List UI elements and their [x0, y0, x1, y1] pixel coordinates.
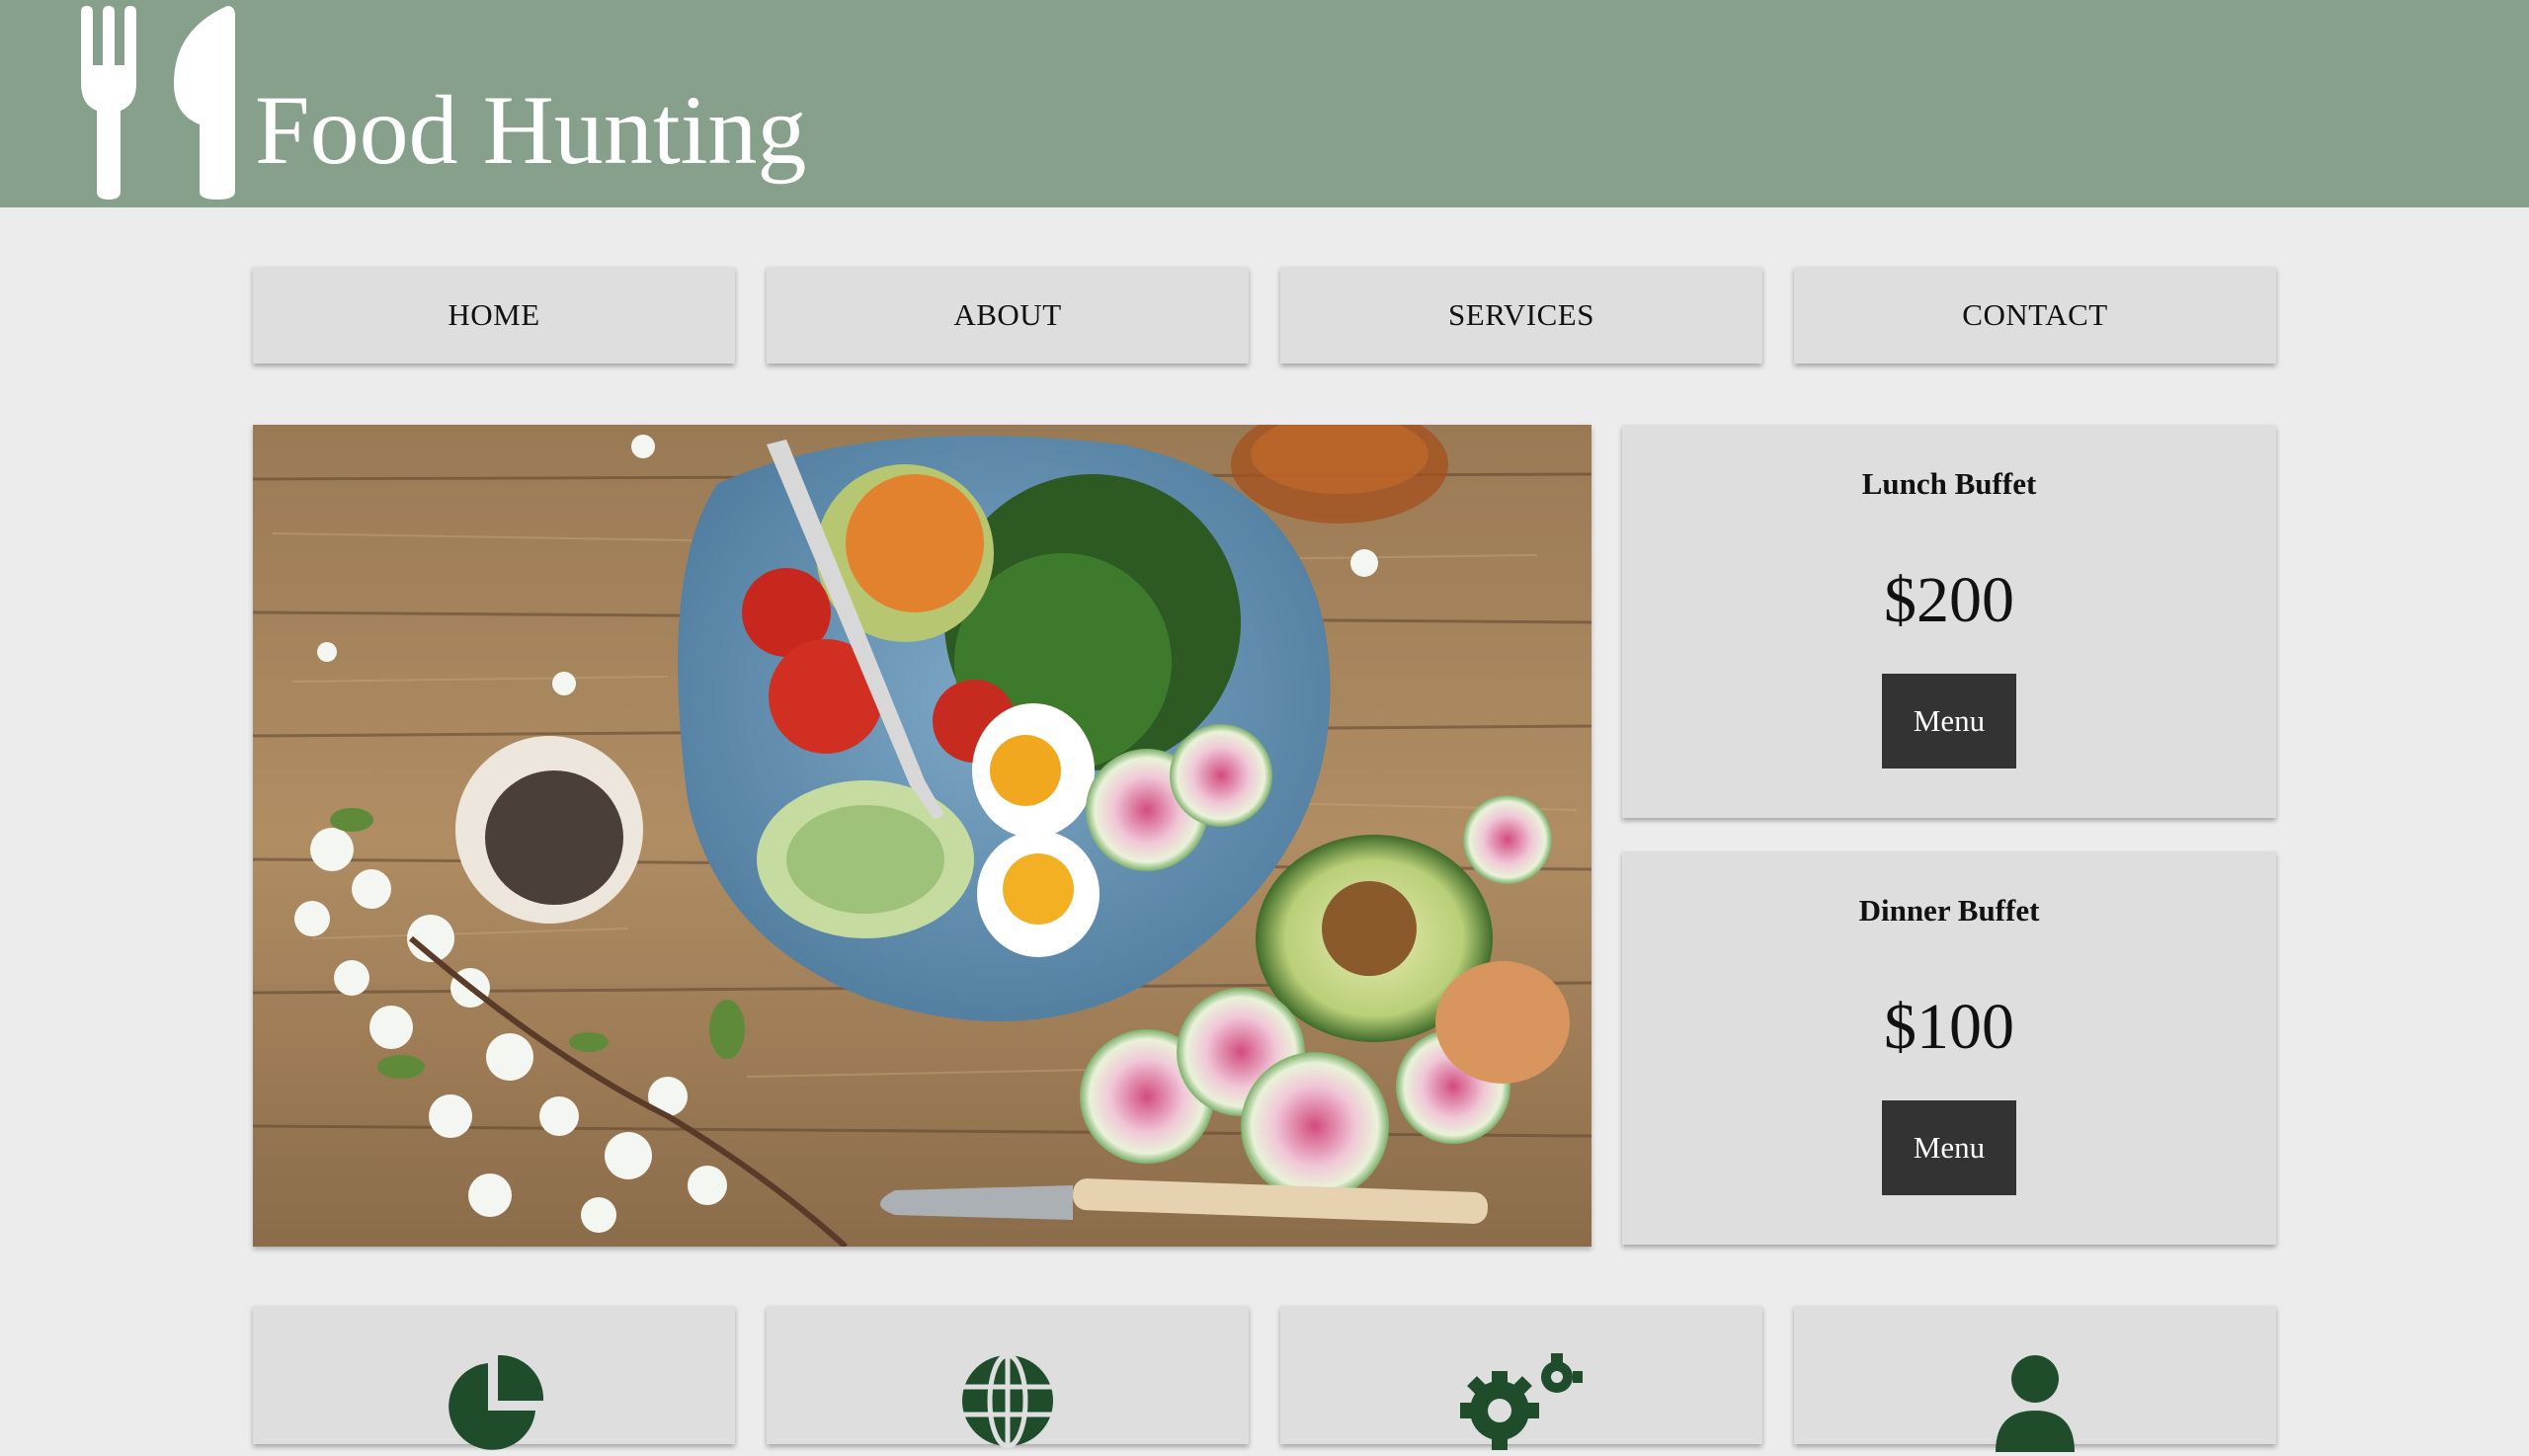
pie-chart-icon [449, 1354, 544, 1450]
fork-knife-icon [81, 6, 235, 200]
card-title: Lunch Buffet [1861, 466, 2037, 501]
user-icon [1996, 1355, 2075, 1452]
feature-box-3 [1280, 1306, 1762, 1450]
feature-box-1 [253, 1306, 735, 1450]
main-nav: HOME ABOUT SERVICES CONTACT [253, 267, 2276, 365]
lunch-menu-button[interactable]: Menu [1882, 674, 2016, 768]
nav-about[interactable]: ABOUT [767, 267, 1249, 364]
site-title: Food Hunting [255, 75, 807, 185]
gears-icon [1460, 1353, 1583, 1450]
dinner-menu-button[interactable]: Menu [1882, 1100, 2016, 1195]
site-header: Food Hunting [0, 0, 2529, 207]
lunch-buffet-card: Lunch Buffet $200 Menu [1622, 425, 2276, 818]
card-price: $100 [1884, 991, 2014, 1063]
feature-box-4 [1794, 1306, 2276, 1452]
hero-food-image [253, 425, 1591, 1247]
card-title: Dinner Buffet [1858, 893, 2040, 928]
feature-box-2 [767, 1306, 1249, 1448]
globe-icon [962, 1353, 1053, 1448]
nav-services[interactable]: SERVICES [1280, 267, 1762, 364]
nav-contact[interactable]: CONTACT [1794, 267, 2276, 364]
dinner-buffet-card: Dinner Buffet $100 Menu [1622, 851, 2276, 1245]
card-price: $200 [1884, 564, 2014, 636]
nav-home[interactable]: HOME [253, 267, 735, 364]
